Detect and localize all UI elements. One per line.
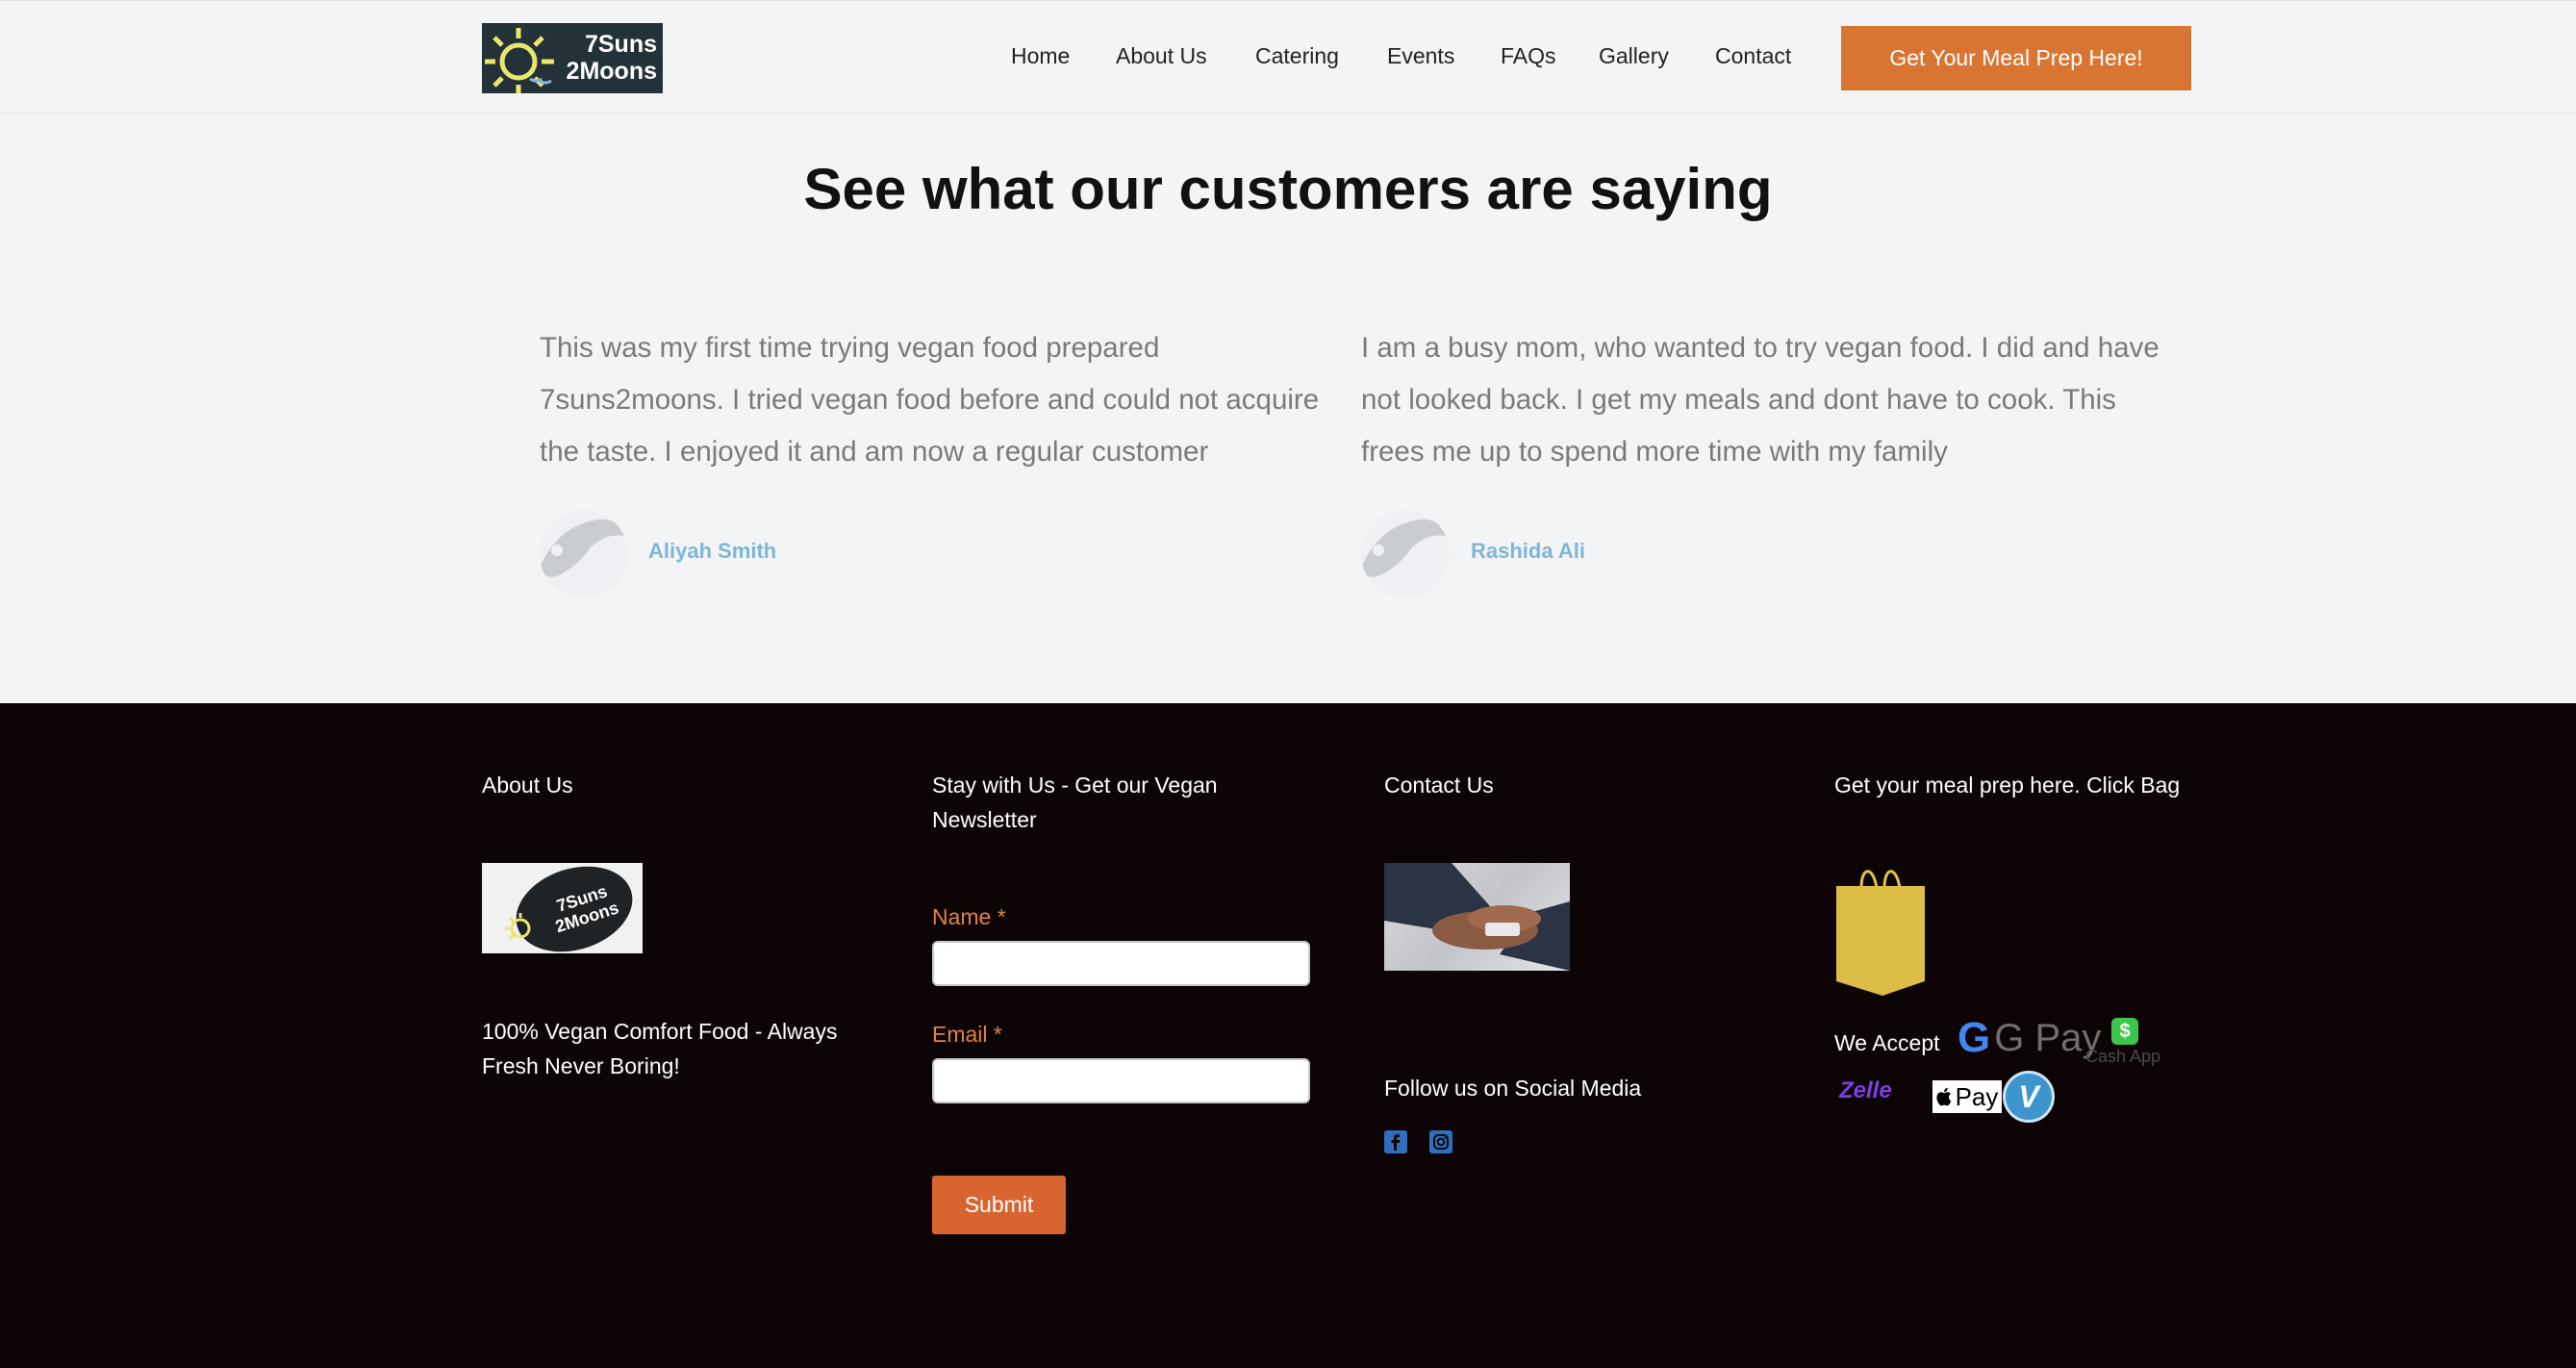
footer-about-heading: About Us — [482, 773, 573, 798]
submit-button[interactable]: Submit — [932, 1176, 1066, 1234]
newsletter-heading: Stay with Us - Get our Vegan Newsletter — [932, 773, 1218, 832]
email-field[interactable] — [932, 1058, 1310, 1103]
name-field[interactable] — [932, 941, 1310, 986]
we-accept-label: We Accept — [1834, 1030, 1940, 1055]
nav-contact[interactable]: Contact — [1715, 43, 1791, 69]
avatar-placeholder-icon — [540, 510, 628, 598]
avatar-placeholder-icon — [1361, 510, 1450, 598]
shopping-bag-icon[interactable] — [1834, 861, 1927, 996]
nav-gallery[interactable]: Gallery — [1599, 43, 1669, 69]
name-label: Name * — [932, 904, 1006, 929]
contact-image — [1384, 863, 1570, 971]
nav-about[interactable]: About Us — [1116, 43, 1207, 69]
nav-catering[interactable]: Catering — [1255, 43, 1339, 69]
shop-heading: Get your meal prep here. Click Bag — [1834, 773, 2181, 798]
instagram-icon[interactable] — [1429, 1130, 1452, 1153]
avatar — [540, 510, 628, 598]
zelle-icon: Zelle — [1839, 1077, 1892, 1103]
apple-icon — [1936, 1087, 1951, 1106]
testimonial-author: Aliyah Smith — [648, 539, 777, 563]
venmo-icon: V — [2003, 1071, 2055, 1123]
testimonials-title: See what our customers are saying — [803, 157, 1773, 221]
contact-heading: Contact Us — [1384, 773, 1494, 798]
apple-pay-icon: Pay — [1932, 1080, 2002, 1113]
testimonial-author: Rashida Ali — [1471, 539, 1585, 563]
testimonial-quote: I am a busy mom, who wanted to try vegan… — [1361, 332, 2159, 468]
nav-home[interactable]: Home — [1011, 43, 1070, 69]
facebook-icon[interactable] — [1384, 1130, 1407, 1153]
social-heading: Follow us on Social Media — [1384, 1076, 1642, 1101]
meal-prep-cta-button[interactable]: Get Your Meal Prep Here! — [1841, 26, 2191, 90]
sun-icon — [485, 28, 554, 93]
footer-tagline: 100% Vegan Comfort Food - Always Fresh N… — [482, 1019, 838, 1078]
avatar — [1361, 510, 1450, 598]
nav-events[interactable]: Events — [1387, 43, 1454, 69]
logo-text: 7Suns 2Moons — [566, 31, 657, 85]
phone-hands-image — [1384, 863, 1570, 971]
cash-app-icon: $ Cash App — [2080, 1018, 2166, 1072]
logo-image: 7Suns 2Moons — [505, 866, 633, 952]
footer-logo: 7Suns 2Moons — [482, 863, 643, 953]
email-label: Email * — [932, 1022, 1002, 1047]
testimonial-quote: This was my first time trying vegan food… — [540, 332, 1320, 468]
site-header: 7Suns 2Moons Home About Us Catering Even… — [0, 0, 2576, 114]
site-logo[interactable]: 7Suns 2Moons — [482, 23, 663, 93]
nav-faqs[interactable]: FAQs — [1501, 43, 1556, 69]
